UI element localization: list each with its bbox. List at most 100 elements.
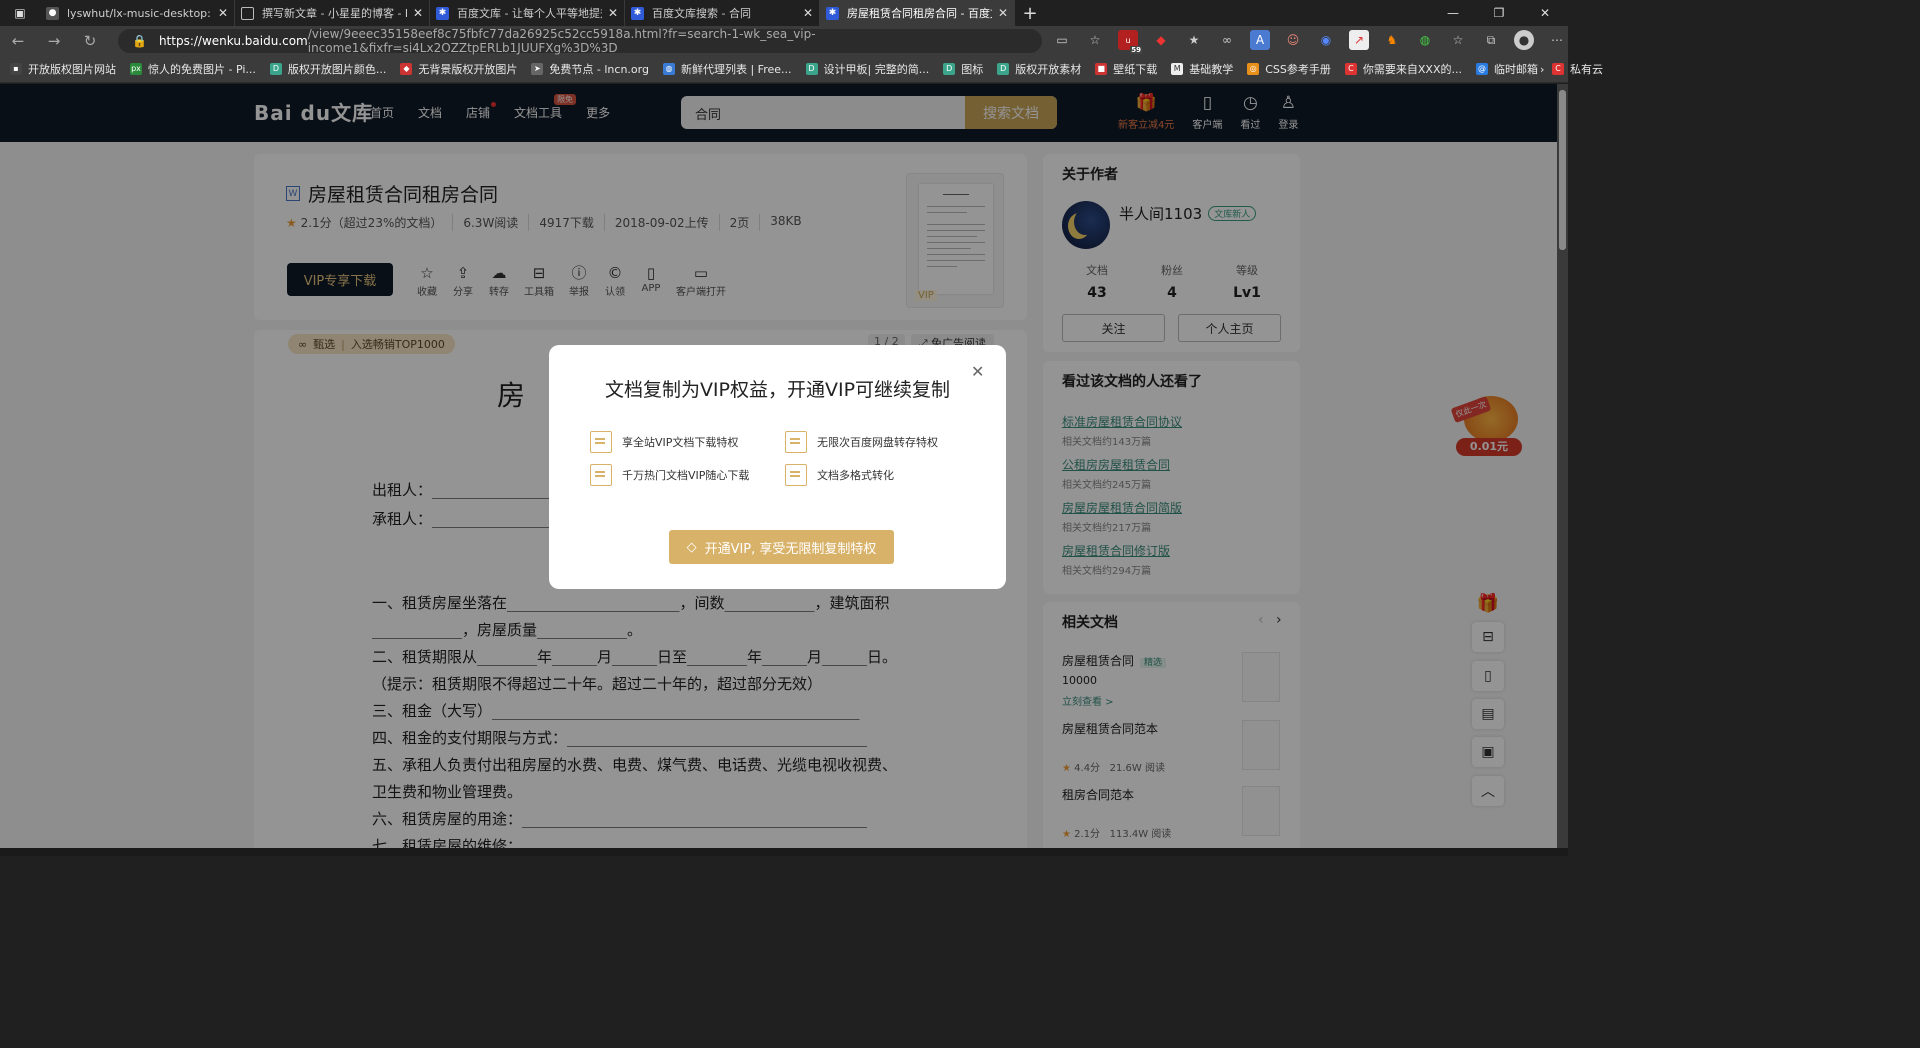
tab-actions-icon[interactable]: ▣	[0, 0, 40, 26]
bookmark-label: 临时邮箱	[1493, 63, 1538, 76]
mail-icon: @	[1475, 63, 1488, 75]
browser-tab[interactable]: 撰写新文章 - 小星星的博客 - Pow ✕	[235, 0, 430, 26]
add-favorite-icon[interactable]: ☆	[1085, 30, 1105, 50]
wallpaper-icon: ■	[1095, 63, 1108, 75]
css-icon: ◎	[1247, 63, 1260, 75]
bookmark-item[interactable]: M 基础教学	[1171, 61, 1233, 77]
document-download-icon	[590, 431, 612, 453]
d-icon: D	[805, 63, 818, 75]
bookmark-item[interactable]: D 设计甲板| 完整的简...	[805, 61, 930, 77]
baidu-icon: ✱	[436, 6, 449, 20]
eye-extension-icon[interactable]: ◉	[1316, 30, 1336, 50]
browser-tab[interactable]: ● lyswhut/lx-music-desktop: 一个基 ✕	[40, 0, 235, 26]
modal-title: 文档复制为VIP权益，开通VIP可继续复制	[604, 379, 951, 401]
send-icon: ➤	[531, 63, 544, 75]
bookmark-item[interactable]: px 惊人的免费图片 - Pi...	[130, 61, 256, 77]
bookmark-item[interactable]: C 私有云	[1551, 61, 1603, 77]
infinity-icon[interactable]: ∞	[1217, 30, 1237, 50]
extension-toolbar: ▭ ☆ u 59 ◆ ★ ∞ A ☺ ◉ ↗ ♞ ◍ ☆ ⧉ ● ⋯	[1052, 30, 1567, 54]
page-scrollbar[interactable]	[1557, 84, 1568, 848]
bookmark-item[interactable]: ◆ 无背景版权开放图片	[400, 61, 517, 77]
collections-icon[interactable]: ⧉	[1481, 30, 1501, 50]
feature-item: 无限次百度网盘转存特权	[785, 431, 938, 453]
mdn-icon: M	[1171, 63, 1184, 75]
close-tab-icon[interactable]: ✕	[218, 6, 228, 20]
tab-title: 百度文库搜索 - 合同	[652, 7, 751, 20]
reader-mode-icon[interactable]: ▭	[1052, 30, 1072, 50]
close-tab-icon[interactable]: ✕	[803, 6, 813, 20]
bookmark-label: CSS参考手册	[1265, 63, 1331, 76]
bookmark-item[interactable]: @ 临时邮箱	[1475, 61, 1538, 77]
baidu-icon: ✱	[631, 6, 644, 20]
browser-tab[interactable]: ✱ 百度文库 - 让每个人平等地提升自 ✕	[430, 0, 625, 26]
close-window-icon[interactable]: ✕	[1522, 0, 1568, 26]
page-icon	[241, 6, 254, 20]
c-icon: C	[1344, 63, 1357, 75]
bookmark-item[interactable]: D 版权开放图片颜色...	[269, 61, 386, 77]
more-menu-icon[interactable]: ⋯	[1547, 30, 1567, 50]
favorites-icon[interactable]: ☆	[1448, 30, 1468, 50]
bookmark-label: 无背景版权开放图片	[418, 63, 518, 76]
status-bar	[0, 848, 1568, 856]
bookmark-item[interactable]: ■ 壁纸下载	[1095, 61, 1157, 77]
c-icon: C	[1551, 63, 1564, 75]
star-extension-icon[interactable]: ★	[1184, 30, 1204, 50]
bookmark-item[interactable]: ◍ 新鲜代理列表 | Free...	[662, 61, 792, 77]
url-path: /view/9eeec35158eef8c75fbfc77da26925c52c…	[307, 27, 816, 55]
fox-extension-icon[interactable]: ♞	[1382, 30, 1402, 50]
diamond-icon: ◇	[686, 539, 697, 555]
bookmark-item[interactable]: ➤ 免费节点 - lncn.org	[531, 61, 649, 77]
bookmark-label: 版权开放素材	[1015, 63, 1082, 76]
tab-title: 撰写新文章 - 小星星的博客 - Pow	[262, 7, 407, 20]
tab-title: 房屋租赁合同租房合同 - 百度文库	[847, 7, 992, 20]
extension-red-icon[interactable]: ◆	[1151, 30, 1171, 50]
scrollbar-thumb[interactable]	[1559, 90, 1566, 250]
close-tab-icon[interactable]: ✕	[998, 6, 1008, 20]
bookmark-item[interactable]: C 你需要来自XXX的...	[1344, 61, 1462, 77]
bookmarks-more-icon[interactable]: ›	[1540, 63, 1544, 76]
new-tab-button[interactable]: +	[1015, 0, 1045, 26]
ublock-icon[interactable]: u 59	[1118, 30, 1142, 54]
open-vip-button[interactable]: ◇ 开通VIP, 享受无限制复制特权	[669, 530, 894, 564]
bookmark-label: 壁纸下载	[1113, 63, 1158, 76]
d-icon: D	[997, 63, 1010, 75]
forward-icon[interactable]: →	[36, 32, 72, 50]
d-icon: D	[943, 63, 956, 75]
bookmark-item[interactable]: ◎ CSS参考手册	[1247, 61, 1331, 77]
bookmark-label: 免费节点 - lncn.org	[549, 63, 649, 76]
browser-tab-active[interactable]: ✱ 房屋租赁合同租房合同 - 百度文库 ✕	[820, 0, 1015, 26]
bookmark-label: 惊人的免费图片 - Pi...	[148, 63, 256, 76]
close-tab-icon[interactable]: ✕	[608, 6, 618, 20]
bookmark-item[interactable]: D 版权开放素材	[997, 61, 1081, 77]
profile-avatar[interactable]: ●	[1514, 30, 1534, 50]
tab-title: lyswhut/lx-music-desktop: 一个基	[67, 7, 212, 20]
feature-label: 千万热门文档VIP随心下载	[622, 469, 750, 482]
minimize-icon[interactable]: —	[1430, 0, 1476, 26]
url-host: https://wenku.baidu.com	[158, 34, 308, 48]
feature-label: 文档多格式转化	[817, 469, 894, 482]
globe-extension-icon[interactable]: ◍	[1415, 30, 1435, 50]
close-icon[interactable]: ✕	[971, 362, 984, 381]
maximize-icon[interactable]: ❐	[1476, 0, 1522, 26]
bookmark-label: 你需要来自XXX的...	[1362, 63, 1462, 76]
cat-extension-icon[interactable]: ☺	[1283, 30, 1303, 50]
arrow-extension-icon[interactable]: ↗	[1349, 30, 1369, 50]
open-vip-label: 开通VIP, 享受无限制复制特权	[704, 541, 877, 557]
bookmark-item[interactable]: D 图标	[943, 61, 983, 77]
back-icon[interactable]: ←	[0, 32, 36, 50]
bookmark-label: 基础教学	[1189, 63, 1234, 76]
vip-copy-modal: 文档复制为VIP权益，开通VIP可继续复制 ✕ 享全站VIP文档下载特权 无限次…	[549, 345, 1006, 589]
address-toolbar: ← → ↻ 🔒 https://wenku.baidu.com/view/9ee…	[0, 26, 1568, 56]
translate-icon[interactable]: A	[1250, 30, 1270, 50]
tab-title: 百度文库 - 让每个人平等地提升自	[457, 7, 602, 20]
bookmark-item[interactable]: ▪ 开放版权图片网站	[10, 61, 116, 77]
folder-icon: ▪	[10, 63, 22, 75]
bookmark-label: 图标	[961, 63, 984, 76]
close-tab-icon[interactable]: ✕	[413, 6, 423, 20]
feature-item: 千万热门文档VIP随心下载	[590, 464, 749, 486]
browser-tab[interactable]: ✱ 百度文库搜索 - 合同 ✕	[625, 0, 820, 26]
refresh-icon[interactable]: ↻	[72, 32, 108, 50]
url-field[interactable]: 🔒 https://wenku.baidu.com/view/9eeec3515…	[118, 27, 1042, 55]
bookmark-label: 设计甲板| 完整的简...	[823, 63, 930, 76]
baidu-icon: ✱	[826, 6, 839, 20]
